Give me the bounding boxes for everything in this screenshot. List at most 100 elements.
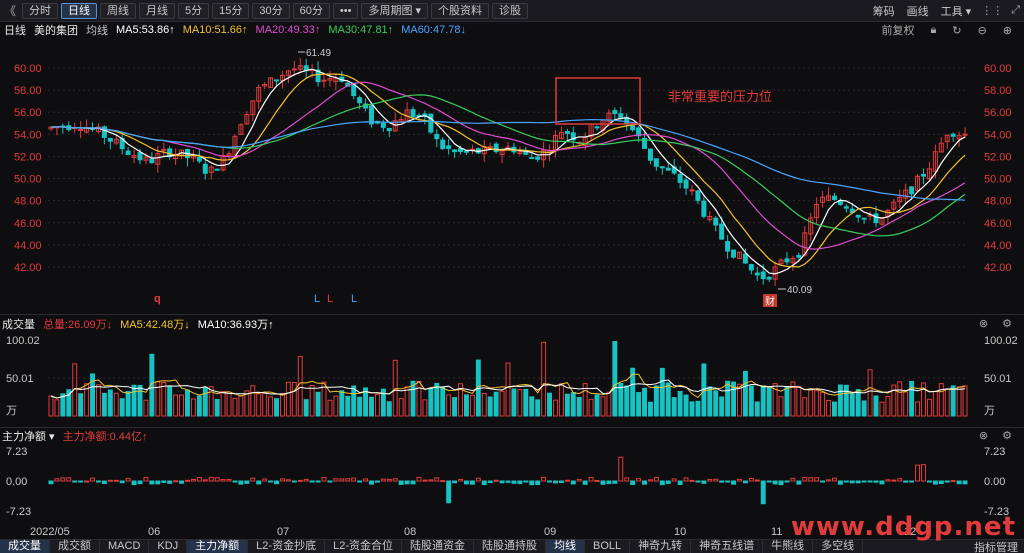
period-tab[interactable]: 60分 [292,2,330,19]
chips-link[interactable]: 筹码 [873,3,895,19]
candle-body [950,133,956,137]
indicator-tab[interactable]: 主力净额 [187,539,249,553]
candle-body [440,139,446,150]
indicator-tab[interactable]: MACD [100,539,150,553]
netflow-bar [173,480,179,483]
period-label: 日线 [4,25,26,37]
indicator-tab[interactable]: 成交量 [0,539,50,553]
y-tick-label: 46.00 [14,218,42,230]
indicator-tab[interactable]: 神奇九转 [630,539,692,553]
candle-body [754,272,760,276]
netflow-header: 主力净额 ▾ 主力净额:0.44亿↑ ⊗ ⚙ [0,429,1024,443]
indicator-tab[interactable]: 成交额 [50,539,100,553]
netflow-bar [422,479,428,482]
netflow-bar [529,480,535,486]
x-axis-label: 10 [674,526,686,538]
indicator-tab[interactable]: BOLL [585,539,631,553]
netflow-bar [339,478,345,482]
stock-name[interactable]: 美的集团 [34,22,78,38]
indicator-tab[interactable]: L2-资金抄底 [248,539,326,553]
netflow-bar [873,480,879,483]
period-tab[interactable]: 诊股 [492,2,529,19]
volume-chart[interactable]: 100.02 100.02 50.01 50.01 万 万 [0,332,1024,426]
settings-icon[interactable]: ⚙ [1002,317,1012,330]
period-tab[interactable]: 分时 [22,2,59,19]
candle-body [291,68,297,71]
y-tick-label: 56.00 [14,107,42,119]
fullscreen-icon[interactable]: ⤢ [1011,4,1020,17]
period-tab[interactable]: 月线 [139,2,176,19]
vol-y-label-right: 万 [984,405,995,417]
volume-bar [493,391,499,417]
volume-ma5: MA5:42.48万↓ [120,319,190,331]
ma30-value: MA30:47.81↑ [328,24,394,36]
netflow-bar [814,477,820,482]
indicator-tab[interactable]: 均线 [545,539,585,553]
netflow-bar [416,476,422,482]
candle-body [446,145,452,149]
netflow-bar [66,477,72,482]
volume-bar [689,401,695,417]
ma-line-30 [50,94,966,237]
back-icon[interactable]: 《 [4,2,16,19]
volume-bar [279,393,285,417]
netflow-bar [440,480,446,483]
period-tab[interactable]: 5分 [178,2,210,19]
adjust-label[interactable]: 前复权 [881,22,914,38]
netflow-bar [351,477,357,482]
volume-bar [143,399,149,417]
netflow-title[interactable]: 主力净额 ▾ [2,428,55,444]
period-tab[interactable]: 15分 [212,2,250,19]
netflow-bar [618,456,624,482]
candle-body [196,156,202,162]
volume-bar [452,397,458,417]
indicator-tab[interactable]: 陆股通资金 [402,539,474,553]
indicator-tab[interactable]: L2-资金合位 [325,539,402,553]
volume-bar [428,387,434,417]
netflow-bar [208,476,214,482]
volume-title[interactable]: 成交量 [2,316,35,332]
period-tab[interactable]: 个股资料 [431,2,490,19]
period-tab[interactable]: 周线 [100,2,137,19]
settings-icon[interactable]: ⚙ [1002,429,1012,442]
volume-bar [351,385,357,417]
indicator-tab[interactable]: 陆股通持股 [474,539,546,553]
netflow-bar [220,478,226,482]
netflow-bar [493,479,499,482]
zoom-out-icon[interactable]: ⊖ [978,24,987,37]
netflow-bar [576,478,582,482]
y-tick-label: 50.00 [14,174,42,186]
zoom-in-icon[interactable]: ⊕ [1003,24,1012,37]
close-icon[interactable]: ⊗ [979,317,988,330]
indicator-tab[interactable]: KDJ [149,539,188,553]
lock-icon[interactable]: 🔒︎ [930,24,936,37]
netflow-bar [398,480,404,485]
grid-icon[interactable]: ⋮⋮ [981,4,1003,17]
flow-y-label: 0.00 [6,476,27,488]
volume-bar [125,390,131,417]
volume-bar [564,393,570,417]
volume-bar [808,389,814,417]
volume-bar [558,383,564,417]
period-tab[interactable]: 多周期图 ▾ [361,2,429,19]
volume-ma10: MA10:36.93万↑ [197,319,274,331]
candle-body [689,189,695,192]
indicator-tab[interactable]: 神奇五线谱 [691,539,764,553]
candle-body [618,113,624,119]
candle-body [760,271,766,280]
volume-bar [481,392,487,417]
draw-line-link[interactable]: 画线 [907,3,929,19]
tools-link[interactable]: 工具 ▾ [941,3,972,19]
candlestick-chart[interactable]: 60.00 60.00 58.00 58.00 56.00 56.00 54.00 54.00… [0,38,1024,314]
candle-body [683,179,689,189]
close-icon[interactable]: ⊗ [979,429,988,442]
event-marker: q [154,293,161,305]
refresh-icon[interactable]: ↻ [952,24,961,37]
period-tab[interactable]: 30分 [252,2,290,19]
volume-bar [849,391,855,417]
period-tab[interactable]: 日线 [61,2,98,19]
ma-label[interactable]: 均线 [86,22,108,38]
high-price-label: 61.49 [306,48,331,59]
candle-body [701,200,707,217]
period-tab[interactable]: ••• [332,2,359,19]
